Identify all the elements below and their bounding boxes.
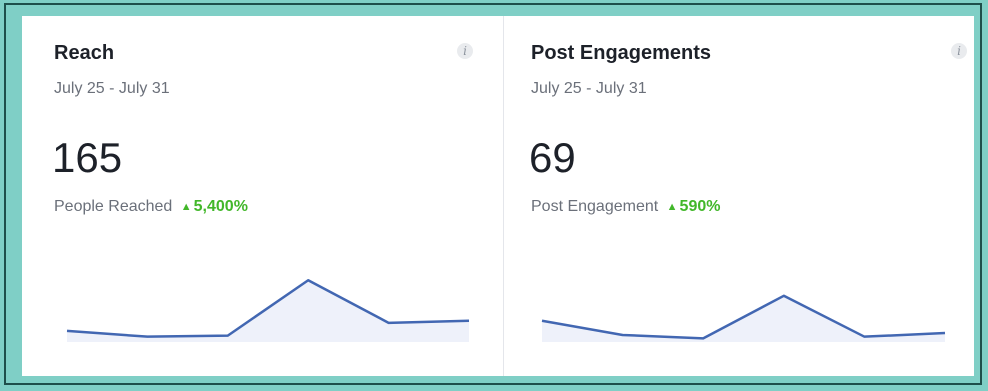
metric-row: Post Engagement ▲ 590% <box>531 198 720 216</box>
insights-frame: Reach i July 25 - July 31 165 People Rea… <box>4 3 982 385</box>
info-icon[interactable]: i <box>951 43 967 59</box>
date-range: July 25 - July 31 <box>531 80 647 97</box>
post-engagements-sparkline <box>541 294 946 342</box>
metric-row: People Reached ▲ 5,400% <box>54 198 248 216</box>
reach-sparkline <box>66 279 470 342</box>
date-range: July 25 - July 31 <box>54 80 170 97</box>
trend-value: 590% <box>679 198 721 215</box>
card-title: Reach <box>54 42 115 64</box>
sparkline-area <box>67 280 469 342</box>
card-title: Post Engagements <box>531 42 712 64</box>
insights-panel: Reach i July 25 - July 31 165 People Rea… <box>22 16 974 376</box>
trend-value: 5,400% <box>193 198 248 215</box>
trend-badge: ▲ 5,400% <box>181 198 248 215</box>
metric-value: 69 <box>529 134 576 181</box>
reach-card[interactable]: Reach i July 25 - July 31 165 People Rea… <box>22 16 503 376</box>
trend-up-icon: ▲ <box>666 201 678 213</box>
metric-label: Post Engagement <box>531 198 659 215</box>
trend-badge: ▲ 590% <box>667 198 721 215</box>
trend-up-icon: ▲ <box>180 201 192 213</box>
metric-value: 165 <box>52 134 123 181</box>
metric-label: People Reached <box>54 198 173 215</box>
info-icon[interactable]: i <box>457 43 473 59</box>
post-engagements-card[interactable]: Post Engagements i July 25 - July 31 69 … <box>504 16 974 376</box>
